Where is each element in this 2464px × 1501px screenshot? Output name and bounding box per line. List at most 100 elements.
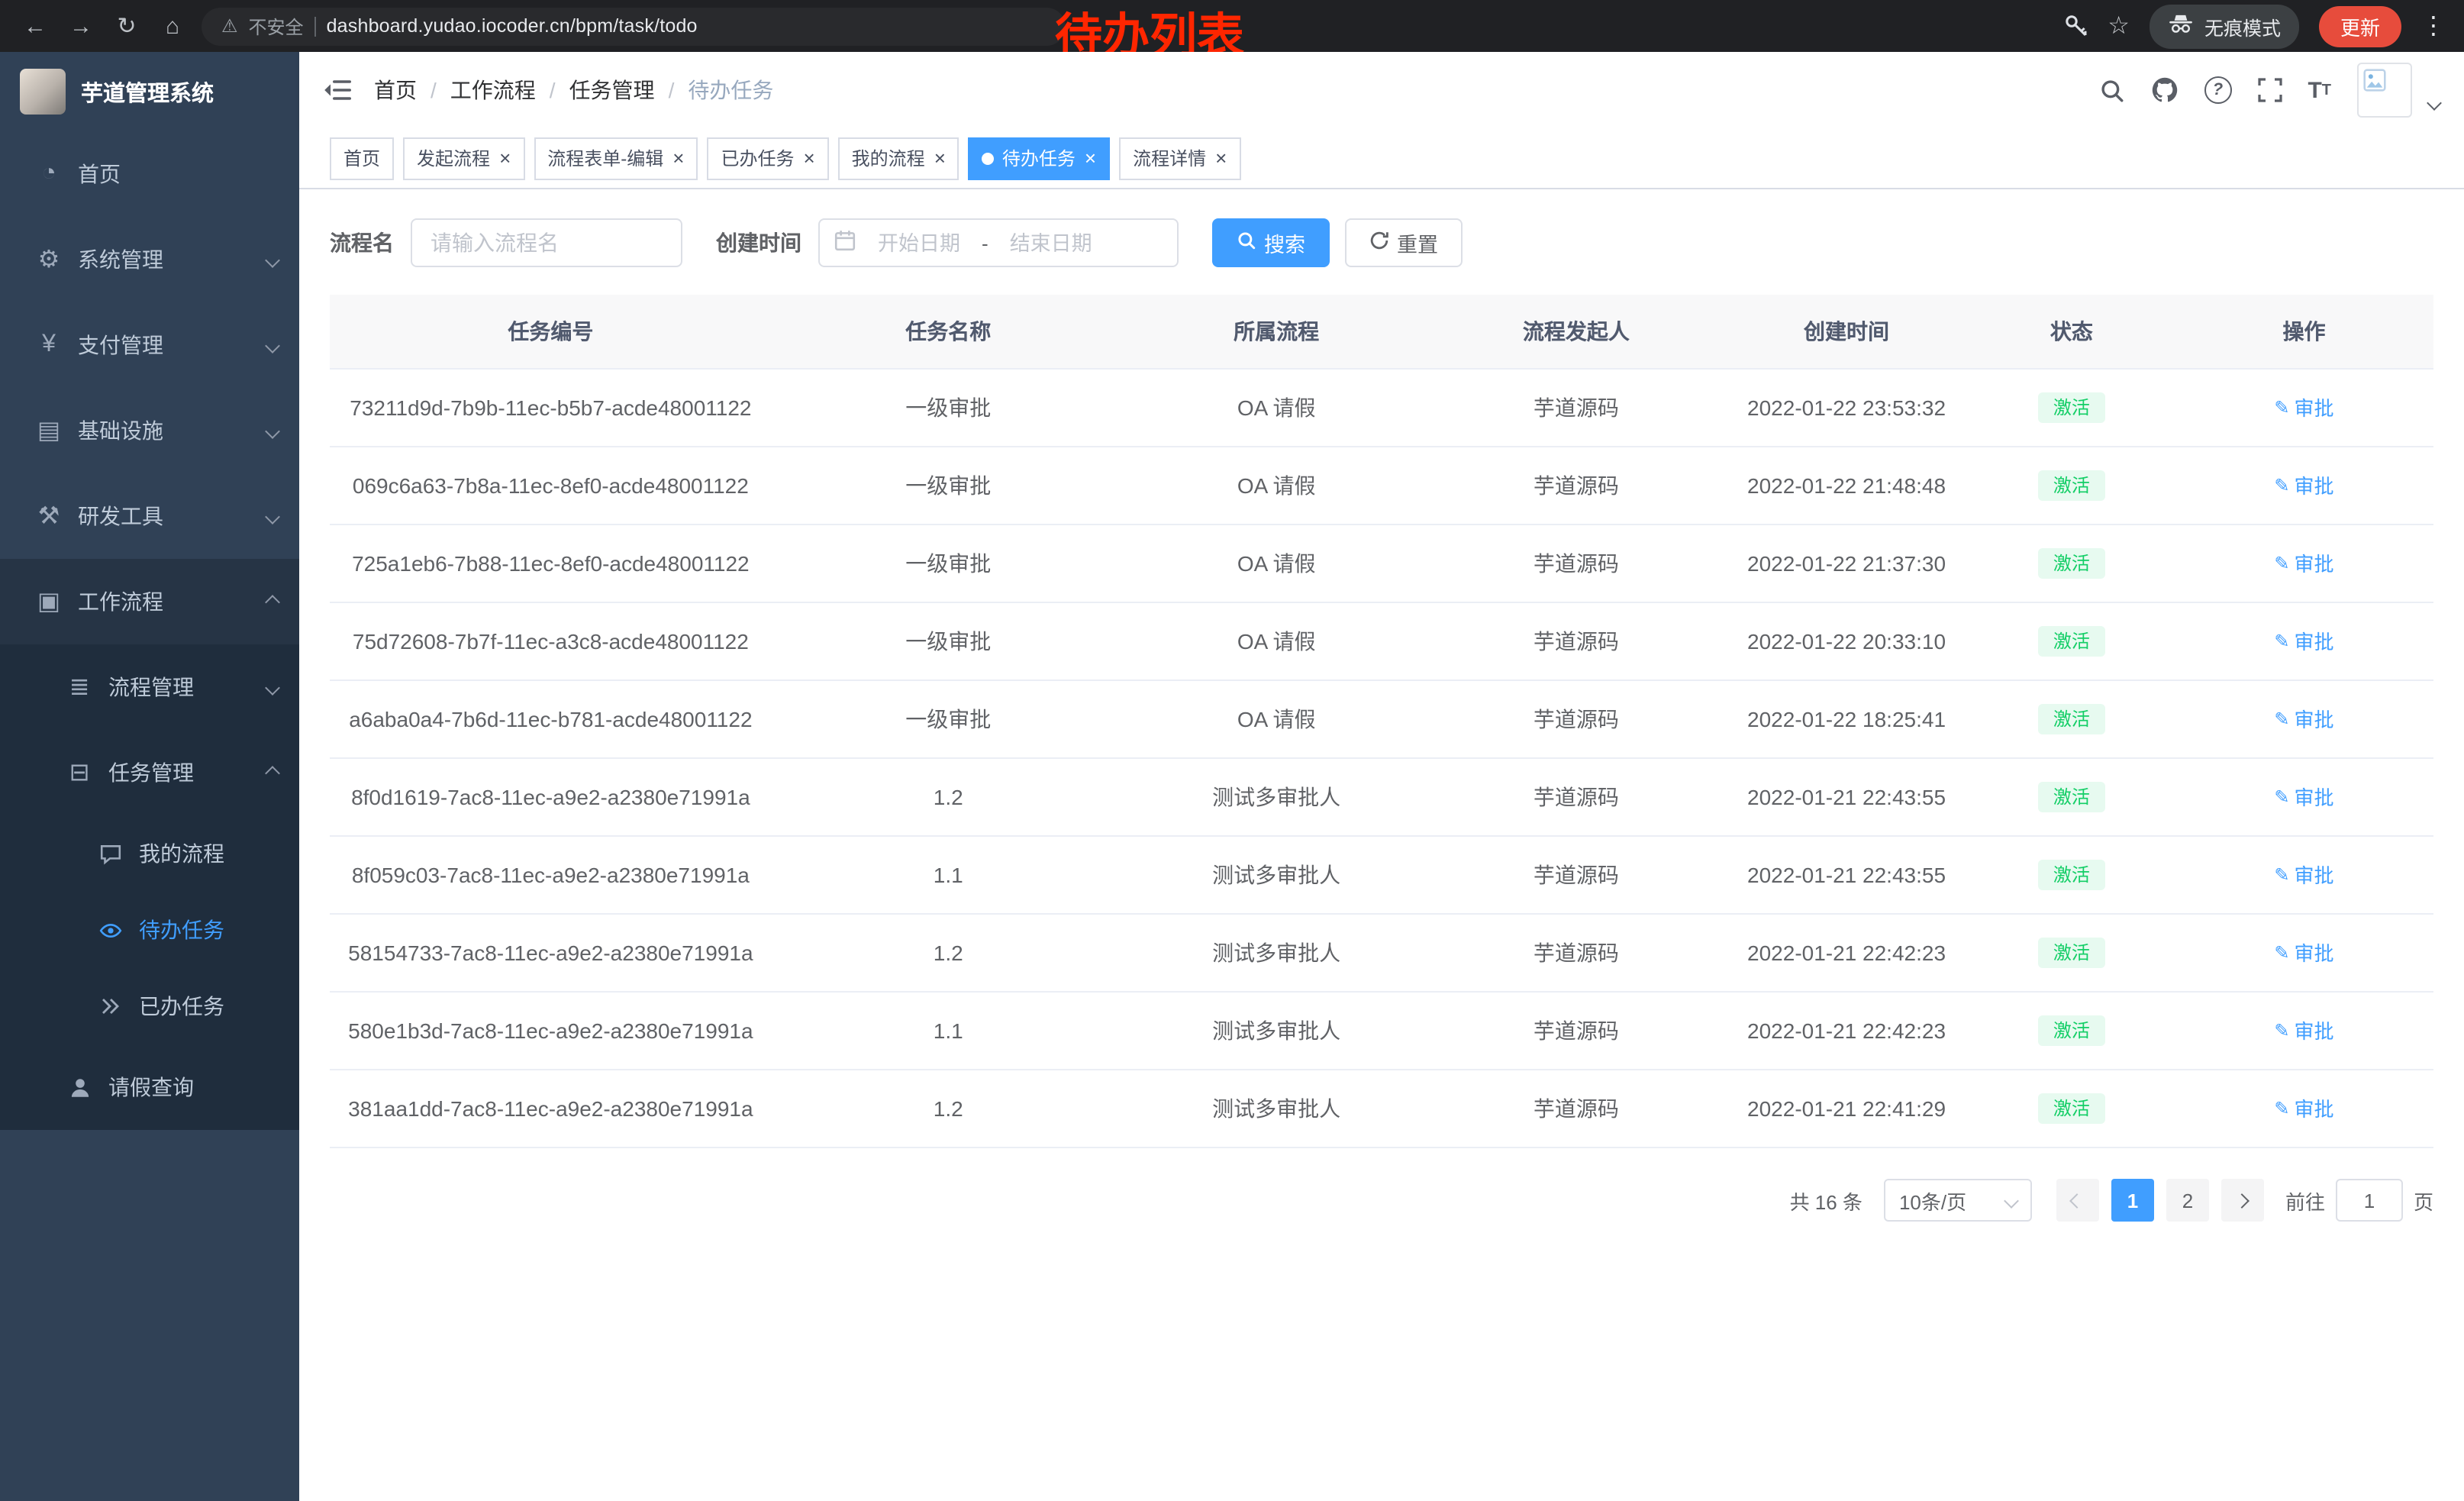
cell-task-id: 58154733-7ac8-11ec-a9e2-a2380e71991a bbox=[330, 914, 772, 992]
update-button[interactable]: 更新 bbox=[2319, 5, 2401, 47]
incognito-label: 无痕模式 bbox=[2204, 11, 2281, 40]
tab-todo-task[interactable]: 待办任务× bbox=[969, 137, 1110, 179]
tab-home[interactable]: 首页 bbox=[330, 137, 394, 179]
sidebar-item-todo-task[interactable]: 待办任务 bbox=[0, 892, 299, 968]
address-bar[interactable]: ⚠ 不安全 dashboard.yudao.iocoder.cn/bpm/tas… bbox=[202, 7, 1066, 45]
sidebar-item-done-task[interactable]: 已办任务 bbox=[0, 968, 299, 1044]
next-page-button[interactable] bbox=[2221, 1179, 2264, 1222]
sidebar-item-leave-query[interactable]: 请假查询 bbox=[0, 1044, 299, 1130]
breadcrumb-current: 待办任务 bbox=[688, 75, 773, 105]
start-date-input[interactable] bbox=[863, 231, 976, 254]
cell-action: ✎审批 bbox=[2175, 836, 2433, 914]
chevron-down-icon[interactable] bbox=[2427, 95, 2442, 110]
cell-initiator: 芋道源码 bbox=[1428, 836, 1725, 914]
forward-icon[interactable]: → bbox=[64, 13, 98, 39]
sidebar-item-devtools[interactable]: ⚒ 研发工具 bbox=[0, 473, 299, 559]
close-icon[interactable]: × bbox=[672, 148, 684, 168]
approve-label: 审批 bbox=[2295, 707, 2334, 733]
sidebar-item-home[interactable]: ◔ 首页 bbox=[0, 131, 299, 217]
edit-icon: ✎ bbox=[2274, 395, 2289, 421]
help-icon[interactable]: ? bbox=[2204, 76, 2231, 104]
close-icon[interactable]: × bbox=[1085, 148, 1096, 168]
approve-link[interactable]: ✎审批 bbox=[2274, 1018, 2333, 1044]
breadcrumb-task-mgmt[interactable]: 任务管理 bbox=[569, 75, 655, 105]
reset-label: 重置 bbox=[1397, 228, 1438, 258]
date-range-separator: - bbox=[982, 231, 989, 254]
back-icon[interactable]: ← bbox=[18, 13, 52, 39]
sidebar-item-my-process[interactable]: 我的流程 bbox=[0, 815, 299, 892]
sidebar-item-payment[interactable]: ¥ 支付管理 bbox=[0, 302, 299, 388]
close-icon[interactable]: × bbox=[803, 148, 814, 168]
approve-link[interactable]: ✎审批 bbox=[2274, 473, 2333, 499]
cell-status: 激活 bbox=[1969, 992, 2175, 1070]
fullscreen-icon[interactable] bbox=[2257, 78, 2282, 102]
approve-link[interactable]: ✎审批 bbox=[2274, 707, 2333, 733]
tab-process-detail[interactable]: 流程详情× bbox=[1119, 137, 1240, 179]
tab-form-edit[interactable]: 流程表单-编辑 × bbox=[534, 137, 698, 179]
browser-actions: ☆ 无痕模式 更新 ⋮ bbox=[2063, 4, 2446, 48]
github-icon[interactable] bbox=[2150, 76, 2178, 104]
tab-label: 已办任务 bbox=[721, 145, 794, 171]
sidebar-item-process-mgmt[interactable]: ≣ 流程管理 bbox=[0, 644, 299, 730]
page-button-2[interactable]: 2 bbox=[2166, 1179, 2209, 1222]
search-label: 搜索 bbox=[1264, 228, 1305, 258]
cell-task-id: 8f059c03-7ac8-11ec-a9e2-a2380e71991a bbox=[330, 836, 772, 914]
cell-process: OA 请假 bbox=[1125, 525, 1428, 602]
sidebar-item-task-mgmt[interactable]: ⊟ 任务管理 bbox=[0, 730, 299, 815]
breadcrumb-home[interactable]: 首页 bbox=[374, 75, 417, 105]
warning-icon: ⚠ bbox=[221, 15, 238, 37]
approve-label: 审批 bbox=[2295, 1018, 2334, 1044]
approve-link[interactable]: ✎审批 bbox=[2274, 785, 2333, 811]
kebab-menu-icon[interactable]: ⋮ bbox=[2421, 11, 2446, 41]
cell-task-id: a6aba0a4-7b6d-11ec-b781-acde48001122 bbox=[330, 680, 772, 758]
avatar[interactable] bbox=[2357, 63, 2412, 118]
process-name-input[interactable] bbox=[411, 218, 682, 267]
dashboard-icon: ◔ bbox=[31, 160, 67, 188]
status-badge: 激活 bbox=[2038, 704, 2105, 734]
tab-done-task[interactable]: 已办任务 × bbox=[707, 137, 828, 179]
approve-link[interactable]: ✎审批 bbox=[2274, 395, 2333, 421]
cell-process: 测试多审批人 bbox=[1125, 836, 1428, 914]
approve-link[interactable]: ✎审批 bbox=[2274, 1096, 2333, 1122]
reload-icon[interactable]: ↻ bbox=[110, 12, 144, 40]
col-process: 所属流程 bbox=[1125, 295, 1428, 369]
close-icon[interactable]: × bbox=[1215, 148, 1227, 168]
sidebar-item-system[interactable]: ⚙ 系统管理 bbox=[0, 217, 299, 302]
prev-page-button[interactable] bbox=[2056, 1179, 2099, 1222]
star-icon[interactable]: ☆ bbox=[2108, 11, 2130, 41]
cell-initiator: 芋道源码 bbox=[1428, 525, 1725, 602]
date-range-picker[interactable]: - bbox=[818, 218, 1179, 267]
font-size-icon[interactable]: TT bbox=[2308, 77, 2331, 103]
cell-action: ✎审批 bbox=[2175, 447, 2433, 525]
approve-link[interactable]: ✎审批 bbox=[2274, 863, 2333, 889]
sidebar-item-infrastructure[interactable]: ▤ 基础设施 bbox=[0, 388, 299, 473]
end-date-input[interactable] bbox=[995, 231, 1108, 254]
tab-label: 我的流程 bbox=[852, 145, 925, 171]
list-icon: ≣ bbox=[61, 672, 98, 702]
close-icon[interactable]: × bbox=[934, 148, 946, 168]
breadcrumb-workflow[interactable]: 工作流程 bbox=[450, 75, 536, 105]
sidebar-item-workflow[interactable]: ▣ 工作流程 bbox=[0, 559, 299, 644]
close-icon[interactable]: × bbox=[499, 148, 511, 168]
cell-process: OA 请假 bbox=[1125, 447, 1428, 525]
approve-link[interactable]: ✎审批 bbox=[2274, 629, 2333, 655]
menu-fold-icon[interactable] bbox=[324, 79, 351, 101]
reset-button[interactable]: 重置 bbox=[1345, 218, 1463, 267]
page-button-1[interactable]: 1 bbox=[2111, 1179, 2154, 1222]
breadcrumb-separator: / bbox=[550, 78, 556, 102]
page-size-select[interactable]: 10条/页 bbox=[1884, 1179, 2032, 1222]
edit-icon: ✎ bbox=[2274, 863, 2289, 889]
approve-link[interactable]: ✎审批 bbox=[2274, 551, 2333, 577]
status-badge: 激活 bbox=[2038, 548, 2105, 579]
approve-link[interactable]: ✎审批 bbox=[2274, 941, 2333, 967]
key-icon[interactable] bbox=[2063, 14, 2088, 38]
goto-page-input[interactable] bbox=[2336, 1179, 2403, 1222]
tab-start-process[interactable]: 发起流程× bbox=[403, 137, 524, 179]
tab-my-process[interactable]: 我的流程 × bbox=[838, 137, 959, 179]
tab-label: 流程表单-编辑 bbox=[547, 145, 663, 171]
layers-icon: ⊟ bbox=[61, 757, 98, 788]
search-icon[interactable] bbox=[2098, 77, 2124, 103]
home-icon[interactable]: ⌂ bbox=[156, 13, 189, 39]
search-button[interactable]: 搜索 bbox=[1212, 218, 1330, 267]
cell-task-id: 069c6a63-7b8a-11ec-8ef0-acde48001122 bbox=[330, 447, 772, 525]
